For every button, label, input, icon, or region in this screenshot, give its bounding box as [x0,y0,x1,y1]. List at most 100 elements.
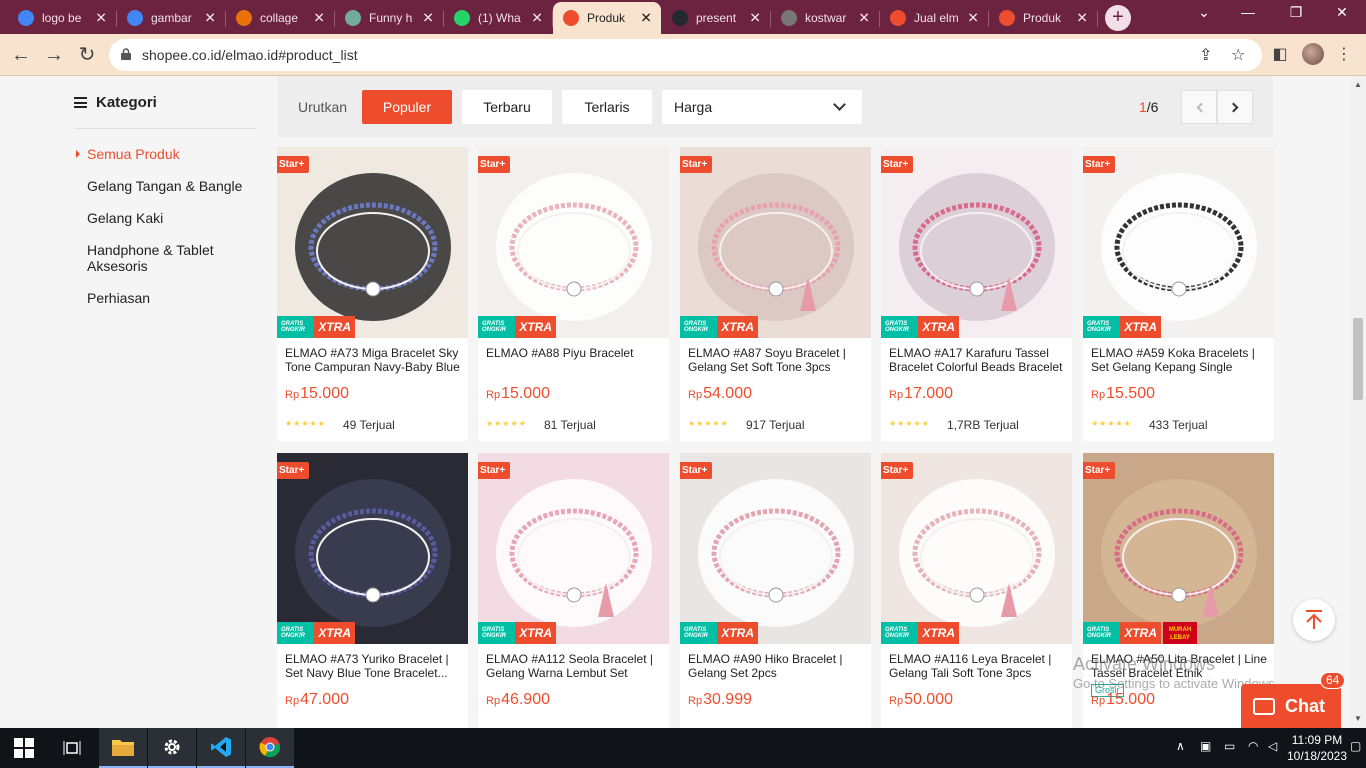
minimize-button[interactable]: — [1228,4,1268,20]
shopee-icon [563,10,579,26]
product-image[interactable] [478,147,669,338]
category-item[interactable]: Handphone & Tablet Aksesoris [87,242,247,274]
product-card[interactable]: Star+ GRATIS ONGKIR XTRA ELMAO #A73 Miga Br… [277,147,468,441]
bookmark-star-icon[interactable]: ☆ [1231,45,1245,65]
close-tab-icon[interactable]: ✕ [313,10,325,27]
product-name[interactable]: ELMAO #A87 Soyu Bracelet | Gelang Set So… [688,346,866,374]
product-card[interactable]: Star+ GRATIS ONGKIR XTRA ELMAO #A73 Yuriko … [277,453,468,728]
sort-terbaru-button[interactable]: Terbaru [462,90,552,124]
windows-start-button[interactable] [0,728,48,768]
browser-tab[interactable]: logo be ✕ [8,4,117,32]
vscode-taskbar[interactable] [197,728,245,768]
close-tab-icon[interactable]: ✕ [967,10,979,27]
browser-tab[interactable]: Funny h ✕ [335,4,444,32]
product-card[interactable]: Star+ GRATIS ONGKIR XTRA ELMAO #A17 Karafur… [881,147,1072,441]
scrollbar-thumb[interactable] [1353,318,1363,400]
browser-tab[interactable]: present ✕ [662,4,771,32]
product-name[interactable]: ELMAO #A112 Seola Bracelet | Gelang Warn… [486,652,664,680]
product-image[interactable] [277,147,468,338]
close-tab-icon[interactable]: ✕ [749,10,761,27]
browser-tab[interactable]: (1) Wha ✕ [444,4,553,32]
category-item[interactable]: Gelang Tangan & Bangle [87,178,247,194]
product-name[interactable]: ELMAO #A90 Hiko Bracelet | Gelang Set 2p… [688,652,866,680]
browser-tab[interactable]: Jual elm ✕ [880,4,989,32]
close-tab-icon[interactable]: ✕ [531,10,543,27]
product-name[interactable]: ELMAO #A59 Koka Bracelets | Set Gelang K… [1091,346,1269,374]
product-image[interactable] [478,453,669,644]
product-image[interactable] [881,147,1072,338]
menu-kebab-icon[interactable]: ⋮ [1332,43,1356,67]
show-hidden-icons[interactable]: ∧ [1176,739,1185,753]
rating-stars-icon: ★★★★★ [889,419,930,428]
rating-stars-icon: ★★★★★ [285,419,326,428]
product-card[interactable]: Star+ GRATIS ONGKIR XTRA ELMAO #A59 Koka Br… [1083,147,1274,441]
category-item[interactable]: Gelang Kaki [87,210,247,226]
new-tab-button[interactable]: + [1105,5,1131,31]
product-card[interactable]: Star+ GRATIS ONGKIR XTRA ELMAO #A116 Leya B… [881,453,1072,728]
file-explorer-taskbar[interactable] [99,728,147,768]
browser-tab[interactable]: Produk ✕ [553,2,661,34]
product-image[interactable] [1083,453,1274,644]
chevron-down-icon [833,98,846,111]
reload-button[interactable]: ↻ [75,43,99,67]
close-window-button[interactable]: ✕ [1322,4,1362,21]
notifications-icon[interactable]: ▢ [1350,739,1361,753]
forward-button[interactable]: → [42,43,66,67]
close-tab-icon[interactable]: ✕ [858,10,870,27]
volume-icon[interactable]: ◁ [1268,739,1277,753]
product-name[interactable]: ELMAO #A88 Piyu Bracelet [486,346,664,360]
address-bar[interactable]: shopee.co.id/elmao.id#product_list ⇪ ☆ [109,39,1262,71]
browser-tab[interactable]: Produk ✕ [989,4,1098,32]
price-sort-dropdown[interactable]: Harga [662,90,862,124]
rating-stars-icon: ★★★★★ [486,419,527,428]
product-image[interactable] [881,453,1072,644]
chat-button[interactable]: Chat [1241,684,1341,728]
close-tab-icon[interactable]: ✕ [204,10,216,27]
product-name[interactable]: ELMAO #A116 Leya Bracelet | Gelang Tali … [889,652,1067,680]
profile-avatar[interactable] [1302,43,1324,65]
product-card[interactable]: Star+ GRATIS ONGKIR XTRA ELMAO #A87 Soyu Br… [680,147,871,441]
product-image[interactable] [680,147,871,338]
product-name[interactable]: ELMAO #A17 Karafuru Tassel Bracelet Colo… [889,346,1067,374]
sort-populer-button[interactable]: Populer [362,90,452,124]
tab-search-icon[interactable]: ⌄ [1184,4,1224,21]
close-tab-icon[interactable]: ✕ [422,10,434,27]
close-tab-icon[interactable]: ✕ [95,10,107,27]
maximize-button[interactable]: ❐ [1276,4,1316,21]
product-name[interactable]: ELMAO #A73 Miga Bracelet Sky Tone Campur… [285,346,463,374]
product-card[interactable]: Star+ GRATIS ONGKIR XTRA ELMAO #A90 Hiko Br… [680,453,871,728]
page-scrollbar[interactable]: ▲ ▼ [1350,76,1366,728]
product-image[interactable] [1083,147,1274,338]
category-item[interactable]: Semua Produk [76,146,247,162]
sold-count: 81 Terjual [544,418,596,432]
share-icon[interactable]: ⇪ [1199,45,1212,65]
close-tab-icon[interactable]: ✕ [640,10,652,27]
chrome-taskbar[interactable] [246,728,294,768]
close-tab-icon[interactable]: ✕ [1076,10,1088,27]
system-clock[interactable]: 11:09 PM 10/18/2023 [1282,732,1352,764]
product-card[interactable]: Star+ GRATIS ONGKIR XTRA ELMAO #A88 Piyu Br… [478,147,669,441]
wifi-icon[interactable]: ◠ [1248,739,1258,753]
meet-now-icon[interactable]: ▣ [1200,739,1211,753]
product-image[interactable] [277,453,468,644]
browser-tab[interactable]: gambar ✕ [117,4,226,32]
product-name[interactable]: ELMAO #A73 Yuriko Bracelet | Set Navy Bl… [285,652,463,680]
back-button[interactable]: ← [9,43,33,67]
next-page-button[interactable] [1217,90,1253,124]
gratis-ongkir-xtra-badge: GRATIS ONGKIR XTRA [680,622,758,644]
chevron-left-icon [1196,102,1206,112]
product-card[interactable]: Star+ GRATIS ONGKIR XTRA ELMAO #A112 Seola … [478,453,669,728]
browser-tab[interactable]: kostwar ✕ [771,4,880,32]
product-price: Rp17.000 [889,385,953,402]
scroll-to-top-button[interactable] [1293,599,1335,641]
side-panel-icon[interactable]: ◧ [1268,43,1292,67]
sort-terlaris-button[interactable]: Terlaris [562,90,652,124]
category-item[interactable]: Perhiasan [87,290,247,306]
product-image[interactable] [680,453,871,644]
task-view-button[interactable] [48,728,96,768]
settings-taskbar[interactable] [148,728,196,768]
chevron-right-icon [1228,102,1238,112]
prev-page-button[interactable] [1181,90,1217,124]
browser-tab[interactable]: collage ✕ [226,4,335,32]
battery-icon[interactable]: ▭ [1224,739,1235,753]
